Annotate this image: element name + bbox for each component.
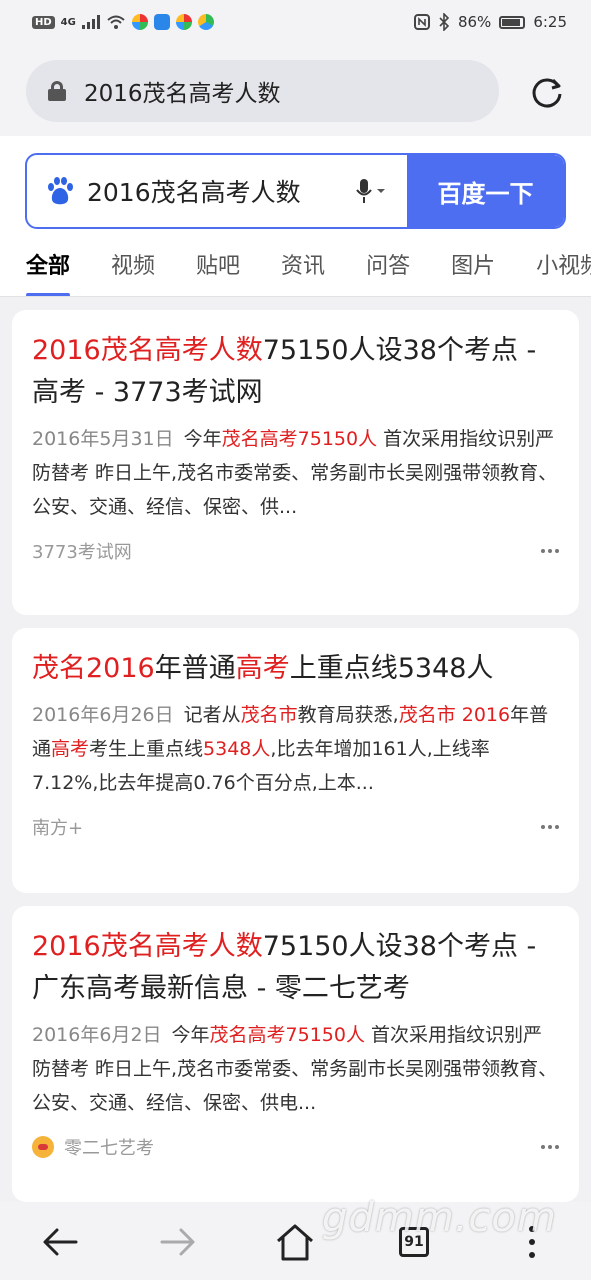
address-bar[interactable]: 2016茂名高考人数 xyxy=(26,60,499,122)
forward-button[interactable] xyxy=(156,1220,200,1264)
result-snippet: 2016年6月26日 记者从茂名市教育局获悉,茂名市 2016年普通高考考生上重点… xyxy=(32,704,549,794)
app-notification-icon xyxy=(175,14,192,30)
tab-video[interactable]: 视频 xyxy=(111,248,155,297)
result-source[interactable]: 3773考试网 xyxy=(32,538,132,564)
result-source[interactable]: 零二七艺考 xyxy=(64,1134,154,1160)
watermark: gdmm.com xyxy=(322,1195,557,1241)
app-notification-icon xyxy=(153,14,170,30)
voice-search-button[interactable] xyxy=(351,173,391,209)
more-options-icon[interactable] xyxy=(541,1145,559,1149)
result-footer: 南方+ xyxy=(32,814,559,840)
bluetooth-icon xyxy=(439,13,450,31)
microphone-icon xyxy=(356,179,385,203)
more-options-icon[interactable] xyxy=(541,549,559,553)
network-type: 4G xyxy=(60,16,76,28)
tab-tieba[interactable]: 贴吧 xyxy=(196,248,240,297)
arrow-left-icon xyxy=(43,1228,78,1256)
result-date: 2016年5月31日 xyxy=(32,428,174,450)
search-tabs: 全部 视频 贴吧 资讯 问答 图片 小视频 xyxy=(0,248,591,297)
result-date: 2016年6月26日 xyxy=(32,704,174,726)
result-date: 2016年6月2日 xyxy=(32,1024,162,1046)
search-header: 2016茂名高考人数 百度一下 全部 视频 贴吧 资讯 问答 图片 小视频 xyxy=(0,136,591,297)
search-button[interactable]: 百度一下 xyxy=(407,155,564,227)
result-footer: 零二七艺考 xyxy=(32,1134,559,1160)
app-notification-icon xyxy=(197,14,214,30)
tab-images[interactable]: 图片 xyxy=(451,248,495,297)
result-footer: 3773考试网 xyxy=(32,538,559,564)
tab-all[interactable]: 全部 xyxy=(26,248,71,297)
site-logo-icon xyxy=(32,1136,54,1158)
result-card: 茂名2016年普通高考上重点线5348人 2016年6月26日 记者从茂名市教育局… xyxy=(12,628,579,893)
wifi-icon xyxy=(107,15,125,29)
home-icon xyxy=(277,1224,313,1261)
clock: 6:25 xyxy=(533,13,567,31)
reload-icon[interactable] xyxy=(529,74,565,110)
app-notification-icon xyxy=(131,14,148,30)
back-button[interactable] xyxy=(38,1220,82,1264)
result-title[interactable]: 2016茂名高考人数75150人设38个考点 - 广东高考最新信息 - 零二七艺… xyxy=(32,926,559,1010)
baidu-paw-icon xyxy=(48,177,73,205)
tab-short-video[interactable]: 小视频 xyxy=(536,248,591,297)
search-input[interactable]: 2016茂名高考人数 xyxy=(87,173,351,209)
result-snippet: 2016年5月31日 今年茂名高考75150人 首次采用指纹识别严防替考 昨日上午… xyxy=(32,428,558,518)
result-source[interactable]: 南方+ xyxy=(32,814,83,840)
result-snippet: 2016年6月2日 今年茂名高考75150人 首次采用指纹识别严防替考 昨日上午,… xyxy=(32,1024,558,1114)
search-box: 2016茂名高考人数 百度一下 xyxy=(25,153,566,229)
result-title[interactable]: 茂名2016年普通高考上重点线5348人 xyxy=(32,648,559,690)
battery-percent: 86% xyxy=(457,13,492,31)
battery-icon xyxy=(499,15,526,29)
nfc-icon xyxy=(413,14,430,30)
signal-icon xyxy=(81,15,100,29)
tab-news[interactable]: 资讯 xyxy=(281,248,325,297)
result-card: 2016茂名高考人数75150人设38个考点 - 广东高考最新信息 - 零二七艺… xyxy=(12,906,579,1202)
result-card: 2016茂名高考人数75150人设38个考点 - 高考 - 3773考试网 20… xyxy=(12,310,579,615)
address-text: 2016茂名高考人数 xyxy=(84,81,281,107)
lock-icon xyxy=(48,81,66,101)
tab-qa[interactable]: 问答 xyxy=(366,248,410,297)
status-bar: HD 4G 86% 6:25 xyxy=(0,0,591,44)
more-options-icon[interactable] xyxy=(541,825,559,829)
tabs-divider xyxy=(0,296,591,297)
arrow-right-icon xyxy=(160,1228,195,1256)
hd-badge: HD xyxy=(32,15,55,29)
browser-toolbar: 2016茂名高考人数 xyxy=(0,44,591,136)
home-button[interactable] xyxy=(273,1220,317,1264)
result-title[interactable]: 2016茂名高考人数75150人设38个考点 - 高考 - 3773考试网 xyxy=(32,330,559,414)
